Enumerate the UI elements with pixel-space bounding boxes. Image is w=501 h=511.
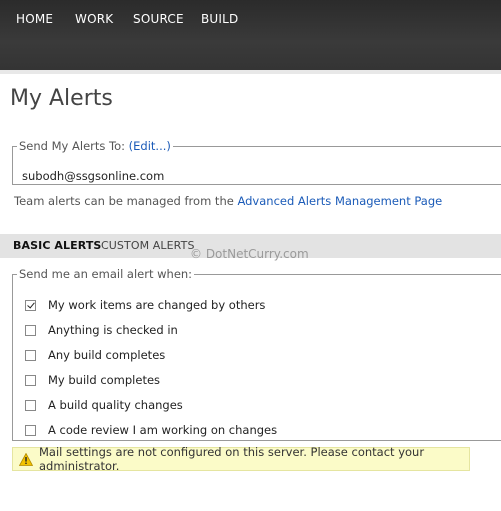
alert-checkbox[interactable] [25,349,36,361]
alert-checkbox[interactable] [25,299,36,311]
alert-option-label: My work items are changed by others [48,298,266,312]
warning-icon [19,452,33,466]
alert-option-label: Any build completes [48,348,166,362]
mail-settings-warning: Mail settings are not configured on this… [12,445,470,473]
alert-option-anything-checked-in[interactable]: Anything is checked in [25,322,178,338]
email-address-value: subodh@ssgsonline.com [22,169,165,183]
send-alerts-legend: Send My Alerts To: (Edit...) [17,139,173,153]
alert-checkbox[interactable] [25,399,36,411]
alert-checkbox[interactable] [25,424,36,436]
alert-option-any-build-completes[interactable]: Any build completes [25,347,165,363]
edit-address-link[interactable]: (Edit...) [129,139,171,153]
nav-build[interactable]: BUILD [201,12,238,26]
alert-option-work-items-changed[interactable]: My work items are changed by others [25,297,265,313]
warning-text: Mail settings are not configured on this… [39,445,425,473]
team-alerts-note-text: Team alerts can be managed from the [14,194,238,208]
alert-checkbox[interactable] [25,324,36,336]
alert-option-label: Anything is checked in [48,323,178,337]
alert-option-label: My build completes [48,373,161,387]
tab-custom-alerts[interactable]: CUSTOM ALERTS [101,239,195,252]
advanced-alerts-link[interactable]: Advanced Alerts Management Page [237,194,442,208]
tab-basic-alerts[interactable]: BASIC ALERTS [13,239,101,252]
navigation-subbar [0,70,501,74]
page-title: My Alerts [10,86,113,111]
alert-option-my-build-completes[interactable]: My build completes [25,372,160,388]
email-alert-legend: Send me an email alert when: [19,267,193,281]
alert-option-code-review-changes[interactable]: A code review I am working on changes [25,422,277,438]
watermark-text: © DotNetCurry.com [190,247,309,261]
nav-source[interactable]: SOURCE [133,12,184,26]
team-alerts-note: Team alerts can be managed from the Adva… [14,194,442,208]
nav-home[interactable]: HOME [16,12,53,26]
alert-option-label: A build quality changes [48,398,183,412]
send-alerts-legend-text: Send My Alerts To: [19,139,129,153]
email-alert-options-group: Send me an email alert when: My work ite… [12,267,501,441]
alert-option-label: A code review I am working on changes [48,423,278,437]
nav-work[interactable]: WORK [75,12,113,26]
send-alerts-to-group: Send My Alerts To: (Edit...) subodh@ssgs… [12,139,501,185]
alert-option-build-quality-changes[interactable]: A build quality changes [25,397,183,413]
alert-checkbox[interactable] [25,374,36,386]
top-navigation-bar: HOME WORK SOURCE BUILD [0,0,501,70]
